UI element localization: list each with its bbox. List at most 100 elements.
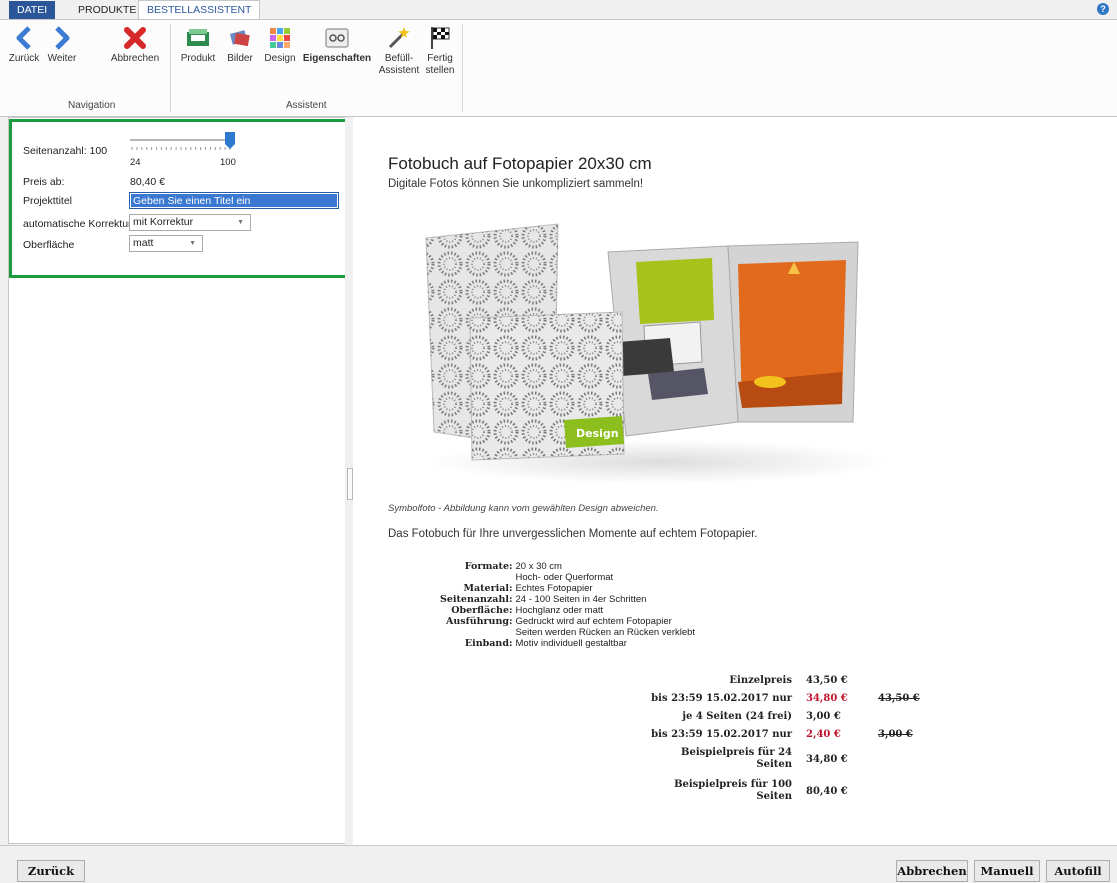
next-ribbon-button[interactable]: Weiter (43, 23, 81, 65)
spec-row: Hoch- oder Querformat (440, 572, 698, 583)
tab-bestellassistent[interactable]: BESTELLASSISTENT (138, 0, 261, 20)
tab-datei[interactable]: DATEI (9, 1, 56, 19)
group-label-navigation: Navigation (68, 100, 116, 111)
price-row: bis 23:59 15.02.2017 nur 34,80 € 43,50 € (640, 689, 920, 707)
product-subtitle: Digitale Fotos können Sie unkompliziert … (388, 178, 644, 190)
slider-max-label: 100 (220, 157, 236, 168)
product-photo: Design (408, 222, 888, 490)
properties-label: Eigenschaften (302, 53, 372, 64)
price-old-value: 3,00 € (878, 728, 913, 740)
design-ribbon-button[interactable]: Design (260, 23, 300, 65)
spec-value: Hoch- oder Querformat (515, 572, 614, 583)
price-row: Beispielpreis für 24 Seiten 34,80 € (640, 743, 920, 775)
price-old-value: 43,50 € (878, 692, 920, 704)
price-label-line-1: Beispielpreis für 100 (674, 779, 792, 790)
product-label: Produkt (180, 53, 216, 64)
project-title-input[interactable]: Geben Sie einen Titel ein (129, 192, 339, 209)
pages-slider[interactable] (130, 132, 238, 154)
arrow-left-icon (6, 23, 42, 53)
price-label: bis 23:59 15.02.2017 nur (651, 728, 792, 740)
surface-label: Oberfläche (23, 239, 75, 251)
manual-button[interactable]: Manuell (974, 860, 1040, 882)
ribbon: Zurück Weiter Abbrechen Produkt Bilder D… (0, 19, 1117, 117)
spec-table: Formate: 20 x 30 cm Hoch- oder Querformat M… (440, 561, 698, 649)
spec-key (440, 572, 516, 583)
slider-thumb[interactable] (225, 132, 235, 149)
price-row: je 4 Seiten (24 frei) 3,00 € (640, 707, 920, 725)
tab-produkte[interactable]: PRODUKTE (70, 1, 144, 19)
spec-key: Formate: (464, 561, 513, 572)
finish-label-2: stellen (425, 65, 455, 76)
spec-value: 24 - 100 Seiten in 4er Schritten (515, 594, 647, 605)
spec-value: Hochglanz oder matt (515, 605, 604, 616)
arrow-right-icon (43, 23, 81, 53)
price-label: bis 23:59 15.02.2017 nur (651, 692, 792, 704)
back-ribbon-button[interactable]: Zurück (6, 23, 42, 65)
finish-ribbon-button[interactable]: Fertig stellen (422, 23, 458, 77)
price-row: Beispielpreis für 100 Seiten 80,40 € (640, 775, 920, 807)
price-row: bis 23:59 15.02.2017 nur 2,40 € 3,00 € (640, 725, 920, 743)
surface-select[interactable]: matt ▼ (129, 235, 203, 252)
spec-key (440, 627, 516, 638)
price-table: Einzelpreis 43,50 € bis 23:59 15.02.2017 n… (640, 671, 920, 807)
spec-value: Motiv individuell gestaltbar (515, 638, 627, 649)
price-label-line-1: Beispielpreis für 24 (681, 747, 792, 758)
spec-key: Einband: (464, 638, 513, 649)
correction-select[interactable]: mit Korrektur ▼ (129, 214, 251, 231)
photos-icon (222, 23, 258, 53)
cancel-button[interactable]: Abbrechen (896, 860, 968, 882)
product-ribbon-button[interactable]: Produkt (176, 23, 220, 65)
images-label: Bilder (227, 53, 253, 64)
back-button[interactable]: Zurück (17, 860, 85, 882)
spec-row: Einband: Motiv individuell gestaltbar (440, 638, 698, 649)
properties-icon (302, 23, 372, 53)
spec-key: Oberfläche: (451, 605, 513, 616)
correction-select-value: mit Korrektur (133, 216, 194, 228)
help-icon[interactable]: ? (1097, 3, 1109, 15)
spec-row: Oberfläche: Hochglanz oder matt (440, 605, 698, 616)
price-old-value (878, 671, 920, 689)
images-ribbon-button[interactable]: Bilder (222, 23, 258, 65)
price-label: Preis ab: (23, 176, 65, 188)
price-value: 34,80 € (806, 753, 848, 765)
fill-assistant-label-1: Befüll- (384, 53, 414, 64)
spec-key: Ausführung: (446, 616, 513, 627)
ribbon-separator (462, 24, 463, 112)
spec-key: Seitenanzahl: (440, 594, 513, 605)
spec-key: Material: (463, 583, 513, 594)
photobook-illustration: Design (425, 223, 888, 484)
price-label: je 4 Seiten (24 frei) (682, 710, 792, 722)
design-badge-text: Design (576, 427, 619, 440)
price-value: 80,40 € (806, 785, 848, 797)
fill-assistant-ribbon-button[interactable]: Befüll- Assistent (378, 23, 420, 77)
price-old-value (878, 775, 920, 807)
cancel-label: Abbrechen (110, 53, 160, 64)
spec-row: Formate: 20 x 30 cm (440, 561, 698, 572)
spec-value: Seiten werden Rücken an Rücken verklebt (515, 627, 696, 638)
price-value: 3,00 € (806, 710, 841, 722)
product-title: Fotobuch auf Fotopapier 20x30 cm (388, 154, 652, 173)
price-value: 80,40 € (130, 176, 166, 188)
autofill-button[interactable]: Autofill (1046, 860, 1110, 882)
price-old-value (878, 707, 920, 725)
price-label-line-2: Seiten (756, 791, 792, 802)
project-title-label: Projekttitel (23, 195, 73, 207)
spec-row: Seiten werden Rücken an Rücken verklebt (440, 627, 698, 638)
pages-slider-graphic (130, 132, 235, 150)
finish-label-1: Fertig (427, 53, 453, 64)
red-x-icon (106, 23, 164, 53)
spec-value: Echtes Fotopapier (515, 583, 593, 594)
cancel-ribbon-button[interactable]: Abbrechen (106, 23, 164, 65)
price-label: Einzelpreis (729, 674, 792, 686)
back-label: Zurück (8, 53, 40, 64)
price-label-line-2: Seiten (756, 759, 792, 770)
spec-value: 20 x 30 cm (515, 561, 562, 572)
price-label: Beispielpreis für 24 Seiten (640, 743, 806, 775)
spec-row: Material: Echtes Fotopapier (440, 583, 698, 594)
price-value: 2,40 € (806, 728, 841, 740)
group-label-assistant: Assistent (286, 100, 327, 111)
chevron-down-icon: ▼ (189, 240, 196, 247)
spec-table-grid: Formate: 20 x 30 cm Hoch- oder Querformat M… (440, 561, 698, 649)
price-old-value (878, 743, 920, 775)
properties-ribbon-button[interactable]: Eigenschaften (302, 23, 372, 65)
